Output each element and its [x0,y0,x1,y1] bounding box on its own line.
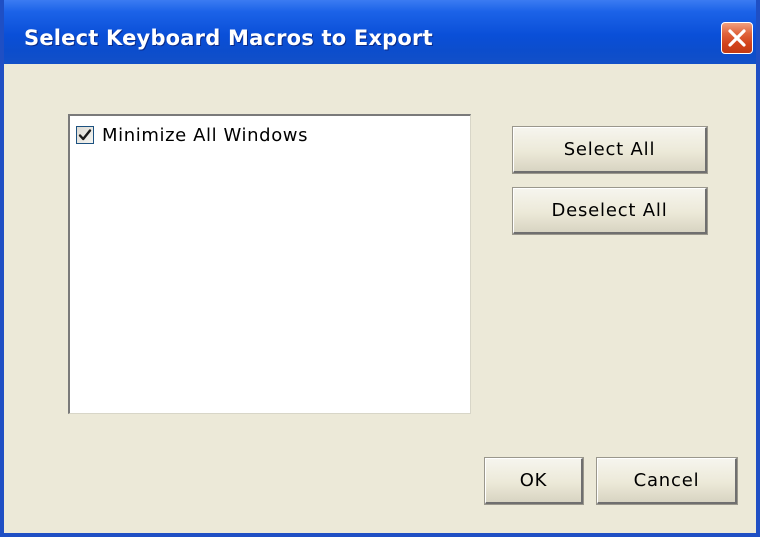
deselect-all-button[interactable]: Deselect All [512,187,708,235]
list-item-label: Minimize All Windows [102,125,309,146]
ok-button[interactable]: OK [484,457,584,505]
macro-list[interactable]: Minimize All Windows [68,114,471,414]
close-button[interactable] [721,22,753,54]
dialog-title: Select Keyboard Macros to Export [24,26,433,50]
macro-checkbox[interactable] [76,126,94,144]
select-all-button[interactable]: Select All [512,126,708,174]
title-bar[interactable]: Select Keyboard Macros to Export [4,0,756,64]
cancel-button[interactable]: Cancel [596,457,738,505]
dialog-window: Select Keyboard Macros to Export Minimiz… [0,0,760,537]
check-icon [77,127,93,143]
close-icon [722,23,752,53]
